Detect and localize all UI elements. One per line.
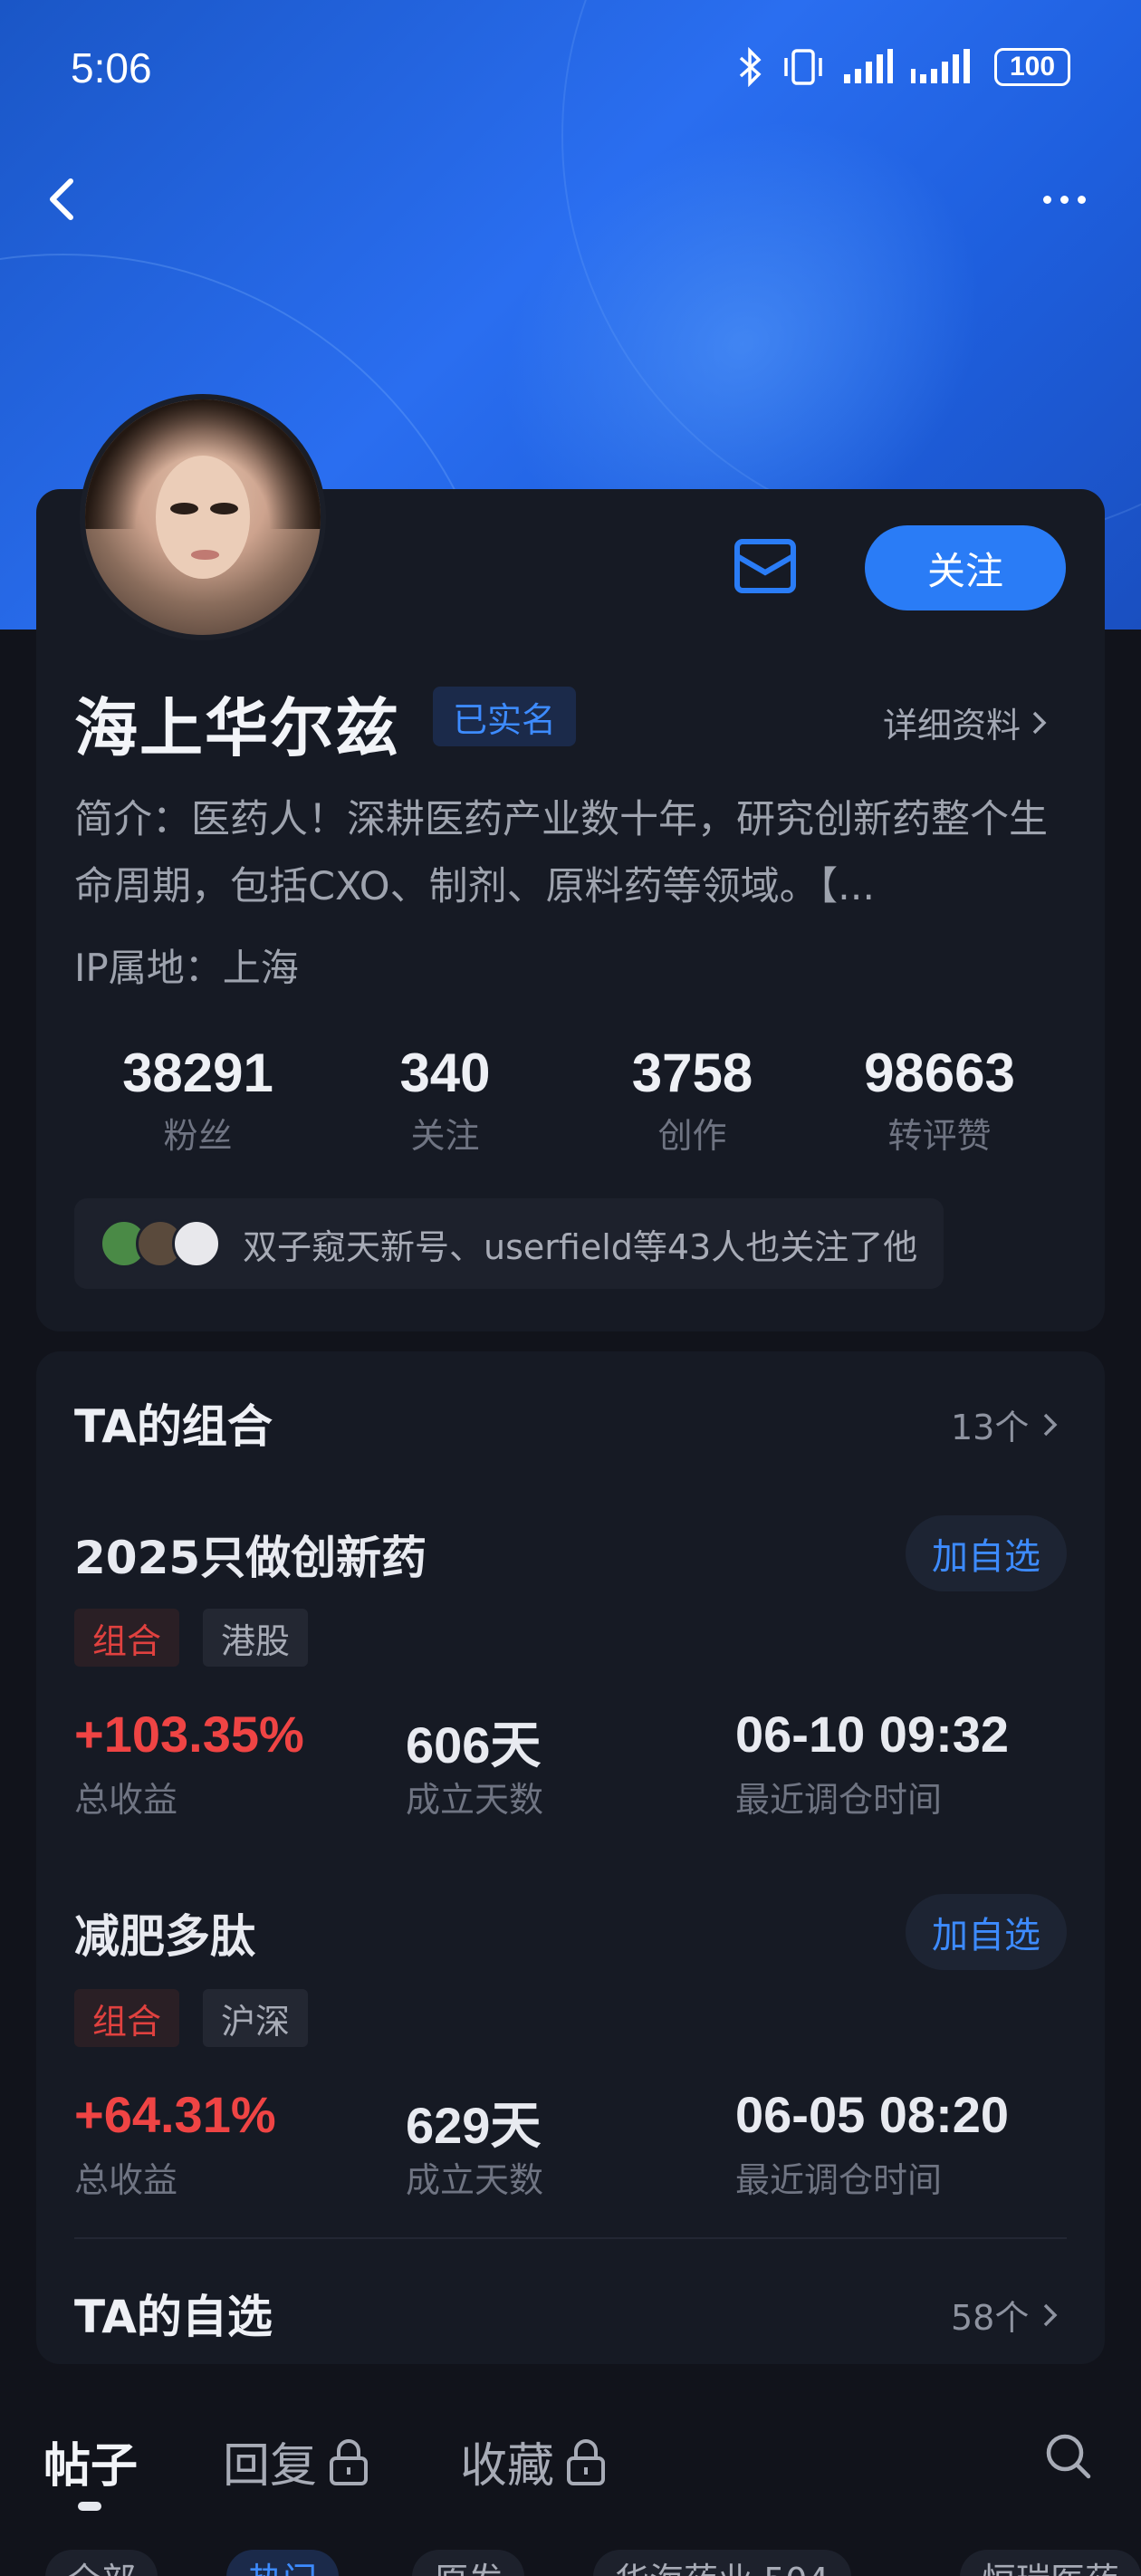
- rebalance-time-value: 06-10 09:32: [735, 1706, 1010, 1763]
- filter-chip-all[interactable]: 全部: [45, 2550, 158, 2576]
- message-icon[interactable]: [732, 534, 799, 598]
- portfolio-count-link[interactable]: 13个: [951, 1399, 1060, 1449]
- add-watchlist-button[interactable]: 加自选: [906, 1894, 1067, 1970]
- chevron-right-icon: [1044, 1413, 1058, 1436]
- watchlist-section-title: TA的自选: [74, 2291, 273, 2343]
- portfolio-name[interactable]: 减肥多肽: [74, 1900, 255, 1966]
- avatar[interactable]: [80, 394, 326, 640]
- portfolio-count: 13个: [951, 1408, 1030, 1447]
- search-icon[interactable]: [1043, 2431, 1094, 2482]
- stat-interactions[interactable]: 98663 转评赞: [816, 1042, 1063, 1158]
- tab-label: 帖子: [43, 2439, 139, 2494]
- total-return-value: +103.35%: [74, 1706, 304, 1763]
- days-value: 629天: [406, 2097, 542, 2154]
- bio-text[interactable]: 简介：医药人！深耕医药产业数十年，研究创新药整个生命周期，包括CXO、制剂、原料…: [74, 786, 1070, 920]
- lock-icon: [330, 2438, 369, 2485]
- filter-chip-original[interactable]: 原发: [412, 2550, 525, 2576]
- portfolio-card: [36, 1351, 1105, 2364]
- stat-following[interactable]: 340 关注: [321, 1042, 569, 1158]
- follow-button[interactable]: 关注: [865, 525, 1066, 610]
- total-return-label: 总收益: [74, 2160, 178, 2200]
- watchlist-count: 58个: [951, 2298, 1030, 2338]
- verified-badge: 已实名: [433, 687, 577, 746]
- stat-posts[interactable]: 3758 创作: [569, 1042, 816, 1158]
- market-tag: 港股: [203, 1609, 309, 1667]
- days-label: 成立天数: [406, 1780, 544, 1820]
- stats-row: 38291 粉丝 340 关注 3758 创作 98663 转评赞: [74, 1042, 1070, 1158]
- portfolio-name[interactable]: 2025只做创新药: [74, 1522, 427, 1587]
- signal-icon: [844, 49, 893, 83]
- divider: [74, 2237, 1067, 2239]
- portfolio-type-tag: 组合: [74, 1609, 180, 1667]
- status-icons: 100: [737, 47, 1070, 87]
- vibrate-icon: [784, 49, 822, 85]
- ip-location: IP属地：上海: [74, 946, 299, 990]
- stat-value: 3758: [631, 1043, 753, 1103]
- days-label: 成立天数: [406, 2160, 544, 2200]
- days-value: 606天: [406, 1716, 542, 1773]
- tab-label: 收藏: [460, 2439, 555, 2494]
- watchlist-count-link[interactable]: 58个: [951, 2290, 1060, 2340]
- signal-icon: [911, 49, 970, 83]
- detail-link-label: 详细资料: [883, 706, 1021, 745]
- battery-indicator: 100: [994, 48, 1070, 86]
- portfolio-type-tag: 组合: [74, 1989, 180, 2047]
- bluetooth-icon: [739, 47, 762, 87]
- active-tab-indicator: [78, 2502, 101, 2511]
- tab-posts[interactable]: 帖子: [43, 2427, 138, 2495]
- stat-value: 340: [399, 1043, 491, 1103]
- back-icon[interactable]: [36, 172, 91, 226]
- market-tag: 沪深: [203, 1989, 309, 2047]
- status-time: 5:06: [71, 44, 152, 91]
- rebalance-time-label: 最近调仓时间: [735, 1780, 943, 1820]
- filter-chip-stock[interactable]: 恒瑞医药: [960, 2550, 1141, 2576]
- chevron-right-icon: [1044, 2303, 1058, 2326]
- status-bar: 5:06 100: [0, 0, 1141, 136]
- portfolio-section-title: TA的组合: [74, 1400, 273, 1453]
- stat-label: 转评赞: [887, 1116, 992, 1156]
- stat-value: 38291: [122, 1043, 273, 1103]
- tab-replies[interactable]: 回复: [223, 2427, 369, 2495]
- add-watchlist-button[interactable]: 加自选: [906, 1515, 1067, 1591]
- stat-value: 98663: [864, 1043, 1015, 1103]
- detail-profile-link[interactable]: 详细资料: [883, 697, 1050, 747]
- mutual-avatars: [100, 1219, 221, 1268]
- tab-label: 回复: [223, 2439, 318, 2494]
- user-name: 海上华尔兹: [74, 691, 400, 765]
- mutual-followers[interactable]: 双子窥天新号、userfield等43人也关注了他: [74, 1198, 944, 1289]
- tab-favorites[interactable]: 收藏: [460, 2427, 607, 2495]
- stat-followers[interactable]: 38291 粉丝: [74, 1042, 321, 1158]
- total-return-value: +64.31%: [74, 2086, 276, 2143]
- avatar: [172, 1219, 221, 1268]
- mutual-followers-text: 双子窥天新号、userfield等43人也关注了他: [243, 1226, 918, 1267]
- rebalance-time-label: 最近调仓时间: [735, 2160, 943, 2200]
- stat-label: 关注: [410, 1116, 480, 1156]
- stat-label: 粉丝: [163, 1116, 233, 1156]
- more-options-icon[interactable]: [1032, 186, 1096, 213]
- stat-label: 创作: [657, 1116, 727, 1156]
- rebalance-time-value: 06-05 08:20: [735, 2086, 1010, 2143]
- chevron-right-icon: [1032, 711, 1047, 734]
- total-return-label: 总收益: [74, 1780, 178, 1820]
- filter-chip-stock[interactable]: 华海药业 504: [593, 2550, 851, 2576]
- lock-icon: [567, 2438, 606, 2485]
- filter-chip-hot[interactable]: 热门: [226, 2550, 340, 2576]
